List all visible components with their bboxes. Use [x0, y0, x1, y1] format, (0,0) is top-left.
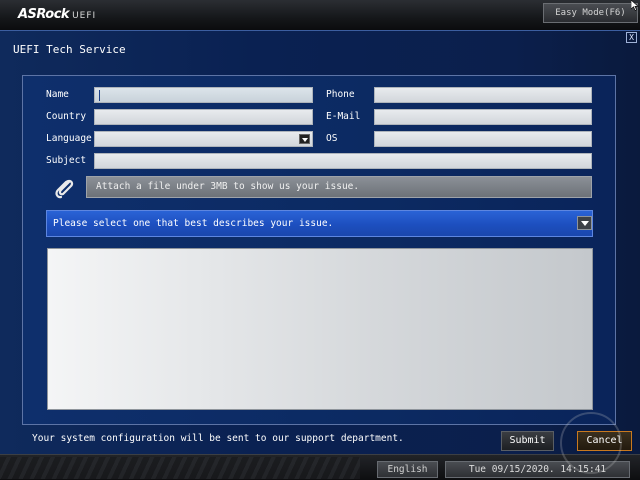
name-field[interactable]	[94, 87, 313, 103]
asrock-logo: ASRock UEFI	[18, 7, 96, 22]
issue-type-dropdown[interactable]: Please select one that best describes yo…	[46, 210, 593, 237]
logo-suffix: UEFI	[72, 11, 97, 21]
subject-label: Subject	[46, 155, 87, 166]
logo-text: ASRock	[18, 7, 70, 22]
country-field[interactable]	[94, 109, 313, 125]
name-label: Name	[46, 89, 69, 100]
mouse-pointer-icon	[631, 0, 639, 11]
tech-service-dialog: UEFI Tech Service X Name Phone Country E…	[0, 30, 640, 454]
country-label: Country	[46, 111, 87, 122]
paperclip-icon[interactable]	[52, 177, 80, 199]
footer-note: Your system configuration will be sent t…	[32, 433, 404, 444]
language-button[interactable]: English	[377, 461, 438, 478]
email-field[interactable]	[374, 109, 592, 125]
dialog-title: UEFI Tech Service	[13, 43, 126, 56]
decorative-stripes	[0, 457, 360, 479]
close-button[interactable]: X	[626, 32, 637, 43]
attach-file-button[interactable]: Attach a file under 3MB to show us your …	[86, 176, 592, 198]
watermark-logo	[560, 412, 622, 474]
language-label: Language	[46, 133, 92, 144]
email-label: E-Mail	[326, 111, 361, 122]
chevron-down-icon[interactable]	[299, 134, 310, 144]
phone-field[interactable]	[374, 87, 592, 103]
top-bar: ASRock UEFI Easy Mode(F6)	[0, 0, 640, 30]
status-bar: English Tue 09/15/2020. 14:15:41	[0, 454, 640, 480]
text-caret	[99, 90, 100, 101]
submit-button[interactable]: Submit	[501, 431, 554, 451]
language-dropdown[interactable]	[94, 131, 313, 147]
subject-field[interactable]	[94, 153, 592, 169]
issue-description-textarea[interactable]	[47, 248, 593, 410]
chevron-down-icon[interactable]	[577, 216, 592, 230]
easy-mode-button[interactable]: Easy Mode(F6)	[543, 3, 638, 23]
os-field[interactable]	[374, 131, 592, 147]
os-label: OS	[326, 133, 338, 144]
phone-label: Phone	[326, 89, 355, 100]
